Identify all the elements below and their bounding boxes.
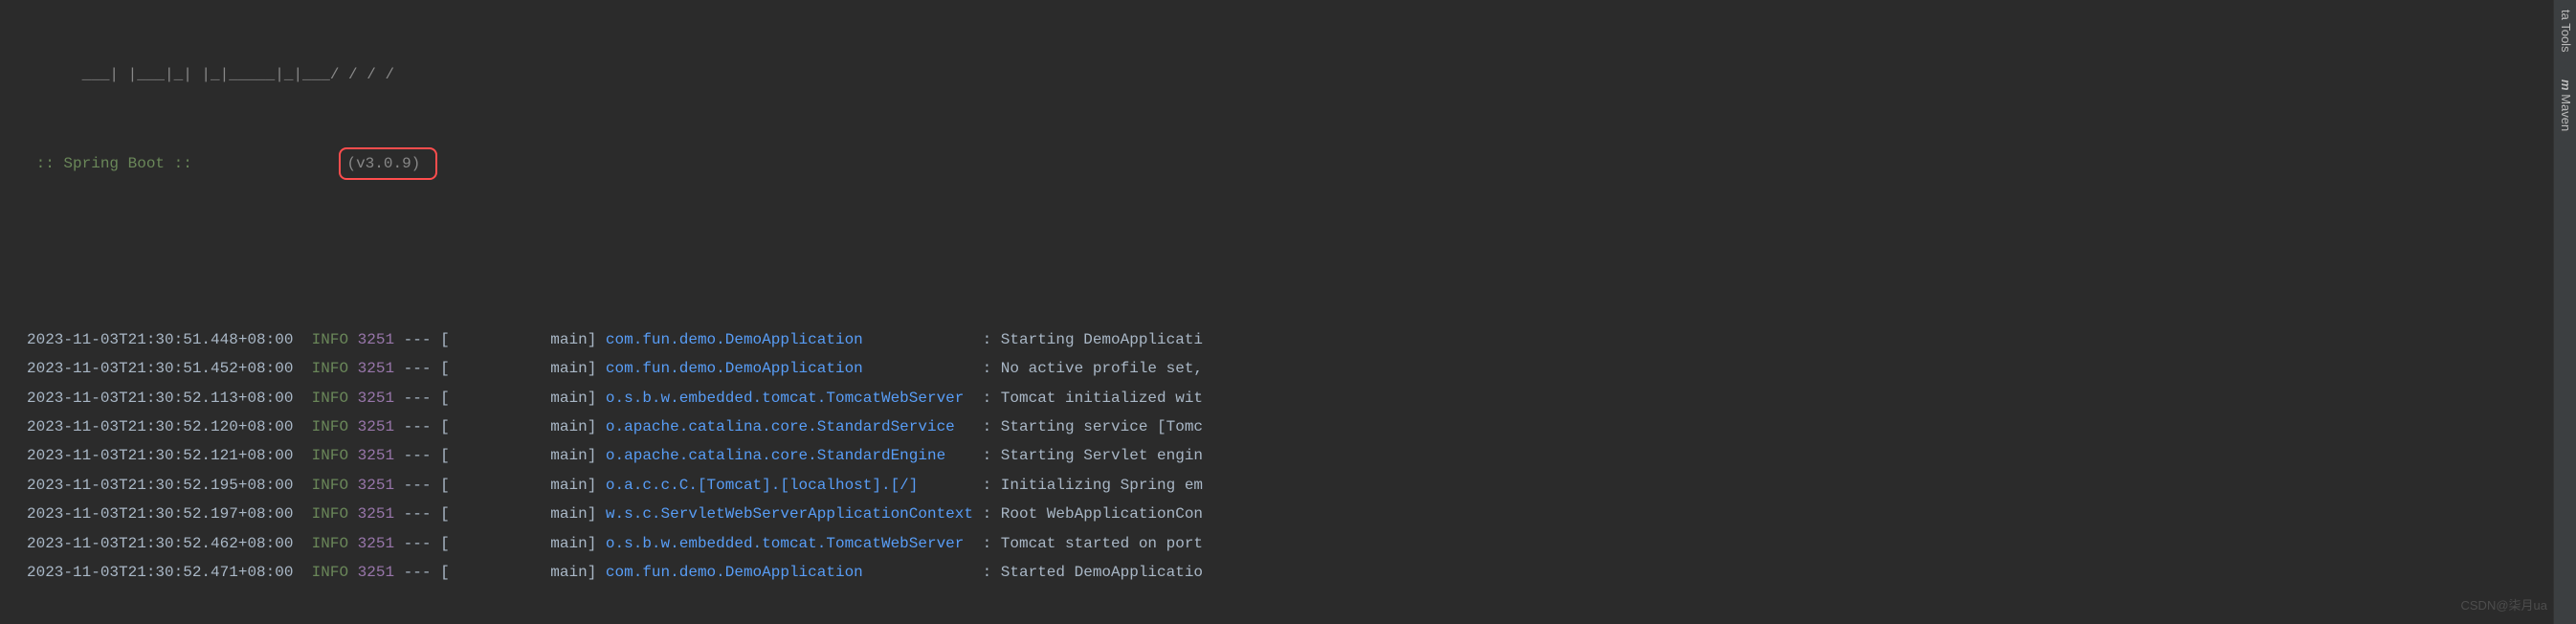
log-logger: com.fun.demo.DemoApplication <box>606 558 973 587</box>
log-message: Tomcat started on port <box>1001 529 1203 558</box>
log-pid: 3251 <box>358 471 394 500</box>
log-line: 2023-11-03T21:30:52.197+08:00 INFO 3251 … <box>27 500 2576 528</box>
log-line: 2023-11-03T21:30:51.452+08:00 INFO 3251 … <box>27 354 2576 383</box>
log-logger: com.fun.demo.DemoApplication <box>606 354 973 383</box>
blank-line <box>27 238 2576 267</box>
console-output: ___| |___|_| |_|_____|_|___/ / / / :: Sp… <box>0 0 2576 624</box>
log-timestamp: 2023-11-03T21:30:52.121+08:00 <box>27 441 293 470</box>
log-message: Starting Servlet engin <box>1001 441 1203 470</box>
right-tool-strip: ta Tools m Maven <box>2553 0 2576 624</box>
log-line: 2023-11-03T21:30:52.121+08:00 INFO 3251 … <box>27 441 2576 470</box>
log-level: INFO <box>312 412 348 441</box>
log-timestamp: 2023-11-03T21:30:51.448+08:00 <box>27 325 293 354</box>
log-message: Root WebApplicationCon <box>1001 500 1203 528</box>
log-message: Starting DemoApplicati <box>1001 325 1203 354</box>
log-pid: 3251 <box>358 384 394 412</box>
log-level: INFO <box>312 471 348 500</box>
log-timestamp: 2023-11-03T21:30:52.197+08:00 <box>27 500 293 528</box>
log-separator: --- [ <box>394 558 450 587</box>
log-separator: --- [ <box>394 354 450 383</box>
tool-tab-data-tools[interactable]: ta Tools <box>2553 6 2576 56</box>
log-level: INFO <box>312 441 348 470</box>
log-message: Tomcat initialized wit <box>1001 384 1203 412</box>
log-separator: --- [ <box>394 529 450 558</box>
log-line: 2023-11-03T21:30:52.195+08:00 INFO 3251 … <box>27 471 2576 500</box>
log-pid: 3251 <box>358 558 394 587</box>
log-message: Started DemoApplicatio <box>1001 558 1203 587</box>
log-level: INFO <box>312 529 348 558</box>
log-separator: --- [ <box>394 500 450 528</box>
log-message: Initializing Spring em <box>1001 471 1203 500</box>
log-thread: main <box>450 500 588 528</box>
spring-boot-banner-line: :: Spring Boot :: (v3.0.9) <box>27 147 2576 180</box>
log-timestamp: 2023-11-03T21:30:52.462+08:00 <box>27 529 293 558</box>
banner-ascii: ___| |___|_| |_|_____|_|___/ / / / <box>27 60 2576 89</box>
log-pid: 3251 <box>358 412 394 441</box>
log-level: INFO <box>312 500 348 528</box>
log-level: INFO <box>312 384 348 412</box>
log-timestamp: 2023-11-03T21:30:52.471+08:00 <box>27 558 293 587</box>
log-thread: main <box>450 412 588 441</box>
log-separator: --- [ <box>394 325 450 354</box>
log-logger: o.s.b.w.embedded.tomcat.TomcatWebServer <box>606 384 973 412</box>
log-logger: com.fun.demo.DemoApplication <box>606 325 973 354</box>
log-thread: main <box>450 529 588 558</box>
log-line: 2023-11-03T21:30:52.120+08:00 INFO 3251 … <box>27 412 2576 441</box>
watermark: CSDN@柒月ua <box>2461 594 2548 618</box>
log-separator: --- [ <box>394 441 450 470</box>
log-timestamp: 2023-11-03T21:30:52.195+08:00 <box>27 471 293 500</box>
log-thread: main <box>450 558 588 587</box>
spring-boot-version-highlight: (v3.0.9) <box>339 147 437 180</box>
log-thread: main <box>450 471 588 500</box>
log-line: 2023-11-03T21:30:52.471+08:00 INFO 3251 … <box>27 558 2576 587</box>
log-separator: --- [ <box>394 384 450 412</box>
log-pid: 3251 <box>358 441 394 470</box>
log-message: No active profile set, <box>1001 354 1203 383</box>
log-timestamp: 2023-11-03T21:30:51.452+08:00 <box>27 354 293 383</box>
log-pid: 3251 <box>358 529 394 558</box>
log-message: Starting service [Tomc <box>1001 412 1203 441</box>
log-thread: main <box>450 441 588 470</box>
log-line: 2023-11-03T21:30:51.448+08:00 INFO 3251 … <box>27 325 2576 354</box>
log-logger: o.s.b.w.embedded.tomcat.TomcatWebServer <box>606 529 973 558</box>
log-pid: 3251 <box>358 325 394 354</box>
log-separator: --- [ <box>394 412 450 441</box>
log-timestamp: 2023-11-03T21:30:52.113+08:00 <box>27 384 293 412</box>
log-line: 2023-11-03T21:30:52.113+08:00 INFO 3251 … <box>27 384 2576 412</box>
tool-tab-maven[interactable]: m Maven <box>2553 76 2576 135</box>
log-pid: 3251 <box>358 500 394 528</box>
log-level: INFO <box>312 325 348 354</box>
banner-padding <box>201 149 339 178</box>
spring-boot-label: :: Spring Boot :: <box>27 149 201 178</box>
log-line: 2023-11-03T21:30:52.462+08:00 INFO 3251 … <box>27 529 2576 558</box>
log-logger: o.a.c.c.C.[Tomcat].[localhost].[/] <box>606 471 973 500</box>
log-separator: --- [ <box>394 471 450 500</box>
log-logger: w.s.c.ServletWebServerApplicationContext <box>606 500 973 528</box>
log-thread: main <box>450 384 588 412</box>
log-thread: main <box>450 325 588 354</box>
log-thread: main <box>450 354 588 383</box>
log-level: INFO <box>312 354 348 383</box>
log-timestamp: 2023-11-03T21:30:52.120+08:00 <box>27 412 293 441</box>
log-lines-container: 2023-11-03T21:30:51.448+08:00 INFO 3251 … <box>27 325 2576 588</box>
log-logger: o.apache.catalina.core.StandardService <box>606 412 973 441</box>
log-logger: o.apache.catalina.core.StandardEngine <box>606 441 973 470</box>
log-pid: 3251 <box>358 354 394 383</box>
log-level: INFO <box>312 558 348 587</box>
